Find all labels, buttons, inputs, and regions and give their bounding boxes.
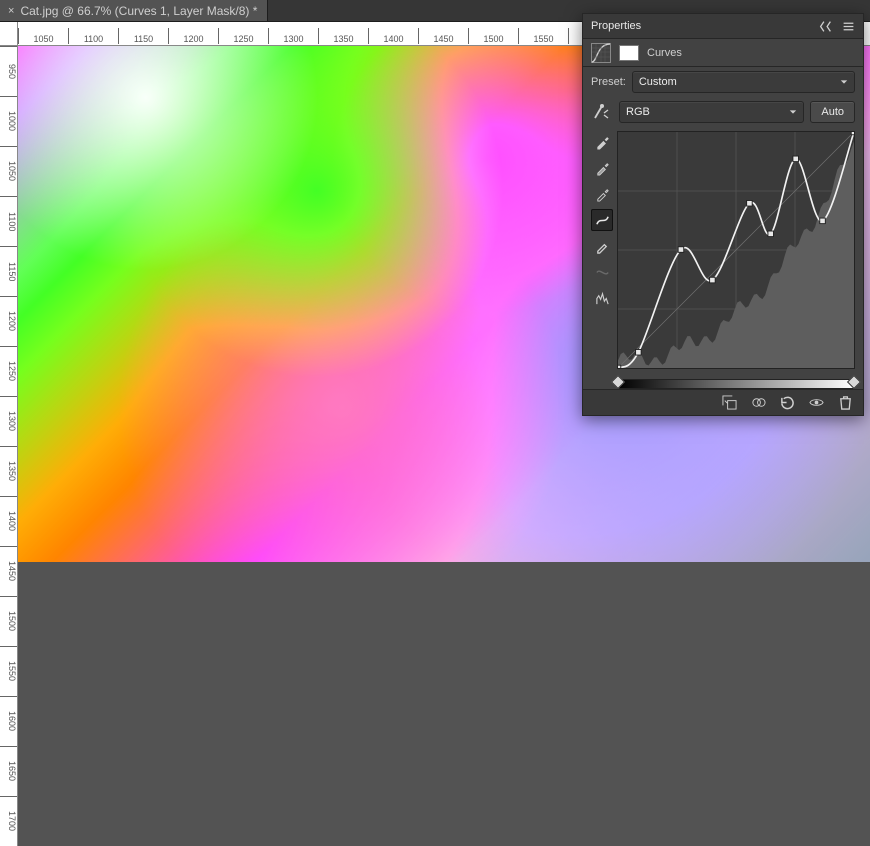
adjustment-name: Curves <box>647 47 682 59</box>
panel-footer <box>583 389 863 415</box>
channel-dropdown[interactable]: RGB <box>619 101 804 123</box>
auto-button[interactable]: Auto <box>810 101 855 123</box>
white-point-handle[interactable] <box>847 375 861 389</box>
chevron-down-icon <box>789 108 797 116</box>
adjustment-heading: Curves <box>583 39 863 67</box>
curve-point[interactable] <box>793 156 799 162</box>
curve-point[interactable] <box>678 247 684 253</box>
preset-label: Preset: <box>591 76 626 88</box>
channel-value: RGB <box>626 106 650 118</box>
panel-header: Properties <box>583 14 863 39</box>
targeted-adjustment-icon[interactable] <box>591 103 613 121</box>
eyedropper-gray-icon[interactable] <box>591 157 613 179</box>
curve-point[interactable] <box>820 218 826 224</box>
properties-panel: Properties Curves Preset: Custom RGB <box>582 13 864 416</box>
eyedropper-white-icon[interactable] <box>591 183 613 205</box>
curve-point-tool-icon[interactable] <box>591 209 613 231</box>
preset-dropdown[interactable]: Custom <box>632 71 855 93</box>
panel-menu-icon[interactable] <box>842 20 855 33</box>
curves-icon <box>591 43 611 63</box>
curves-graph[interactable] <box>617 131 855 369</box>
reset-icon[interactable] <box>780 395 795 410</box>
view-previous-icon[interactable] <box>751 395 766 410</box>
chevron-down-icon <box>840 78 848 86</box>
pencil-tool-icon[interactable] <box>591 235 613 257</box>
close-icon[interactable]: × <box>8 5 14 17</box>
input-gradient[interactable] <box>617 379 855 389</box>
curve-point[interactable] <box>851 132 854 135</box>
visibility-icon[interactable] <box>809 395 824 410</box>
curve-point[interactable] <box>710 277 716 283</box>
smooth-tool-icon <box>591 261 613 283</box>
panel-tab-properties[interactable]: Properties <box>591 20 641 32</box>
ruler-corner <box>0 22 18 46</box>
curve-point[interactable] <box>747 200 753 206</box>
ruler-vertical[interactable]: 9501000105011001150120012501300135014001… <box>0 46 18 846</box>
document-title: Cat.jpg @ 66.7% (Curves 1, Layer Mask/8)… <box>20 4 257 18</box>
trash-icon[interactable] <box>838 395 853 410</box>
clip-histogram-icon[interactable] <box>591 287 613 309</box>
curve-point[interactable] <box>636 349 642 355</box>
black-point-handle[interactable] <box>611 375 625 389</box>
curve-point[interactable] <box>768 231 774 237</box>
clip-to-layer-icon[interactable] <box>722 395 737 410</box>
eyedropper-black-icon[interactable] <box>591 131 613 153</box>
curves-toolbar <box>591 131 613 369</box>
preset-value: Custom <box>639 76 677 88</box>
curve-point[interactable] <box>618 365 621 368</box>
collapse-icon[interactable] <box>819 20 832 33</box>
document-tab[interactable]: × Cat.jpg @ 66.7% (Curves 1, Layer Mask/… <box>0 0 268 21</box>
layer-mask-thumbnail[interactable] <box>619 45 639 61</box>
